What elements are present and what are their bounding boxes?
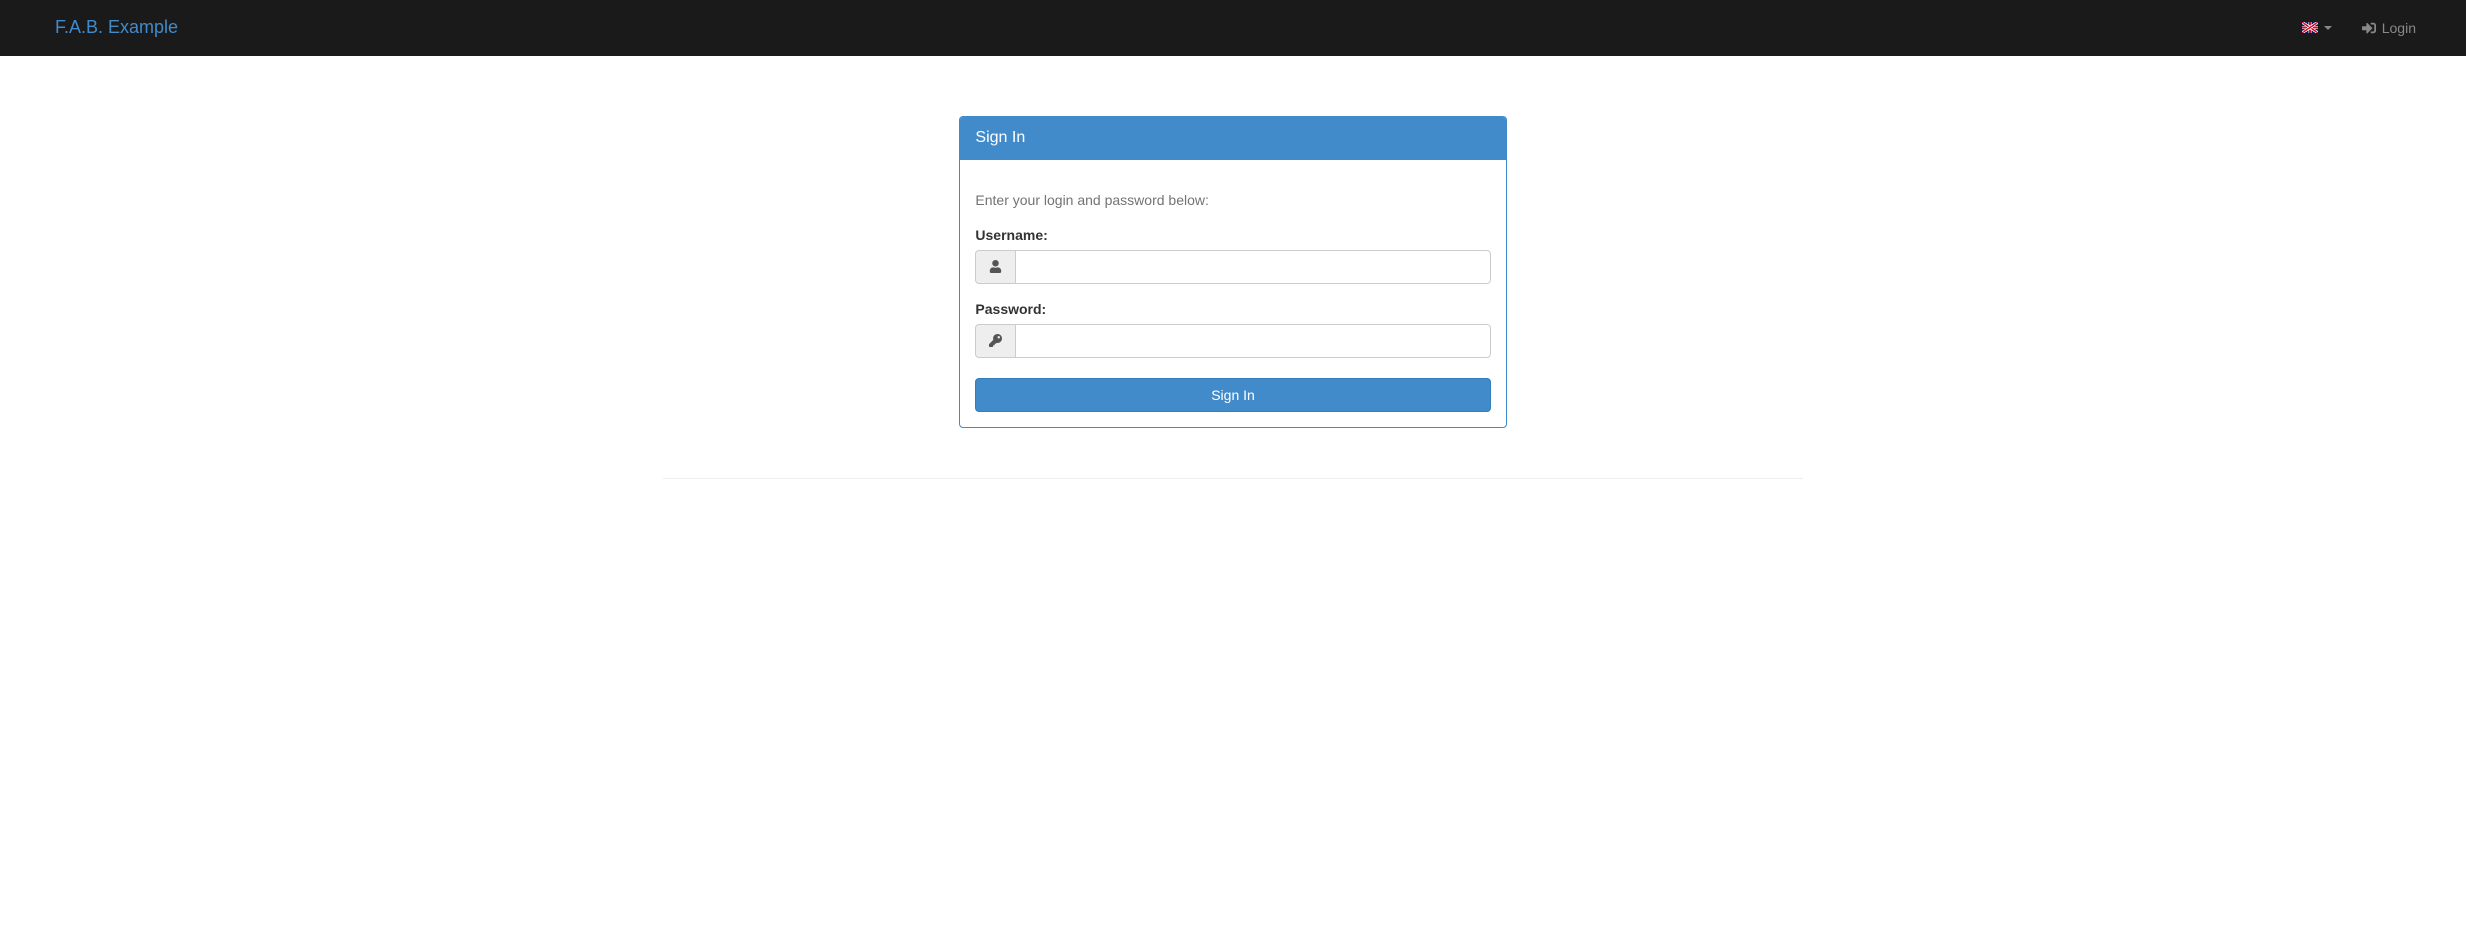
navbar-right: Login bbox=[2287, 3, 2451, 53]
language-dropdown[interactable] bbox=[2287, 7, 2347, 48]
username-group: Username: bbox=[975, 225, 1490, 284]
row: Sign In Enter your login and password be… bbox=[663, 116, 1803, 448]
login-label: Login bbox=[2382, 18, 2416, 38]
uk-flag-icon bbox=[2302, 22, 2318, 33]
login-column: Sign In Enter your login and password be… bbox=[959, 116, 1506, 448]
footer-divider bbox=[663, 478, 1803, 479]
password-input-group bbox=[975, 324, 1490, 358]
username-input[interactable] bbox=[1015, 250, 1490, 284]
username-input-group bbox=[975, 250, 1490, 284]
username-addon bbox=[975, 250, 1015, 284]
login-form: Username: Password: bbox=[975, 225, 1490, 412]
panel-body: Enter your login and password below: Use… bbox=[960, 160, 1505, 427]
password-label: Password: bbox=[975, 299, 1046, 319]
password-addon bbox=[975, 324, 1015, 358]
help-text: Enter your login and password below: bbox=[975, 190, 1490, 210]
main-container: Sign In Enter your login and password be… bbox=[648, 116, 1818, 479]
login-panel: Sign In Enter your login and password be… bbox=[959, 116, 1506, 428]
signin-icon bbox=[2362, 21, 2376, 35]
caret-down-icon bbox=[2324, 26, 2332, 30]
username-label: Username: bbox=[975, 225, 1047, 245]
panel-heading: Sign In bbox=[960, 117, 1505, 160]
navbar: F.A.B. Example Login bbox=[0, 0, 2466, 56]
key-icon bbox=[989, 334, 1002, 347]
login-link[interactable]: Login bbox=[2347, 3, 2431, 53]
signin-button[interactable]: Sign In bbox=[975, 378, 1490, 412]
user-icon bbox=[989, 260, 1002, 273]
password-input[interactable] bbox=[1015, 324, 1490, 358]
password-group: Password: bbox=[975, 299, 1490, 358]
brand-link[interactable]: F.A.B. Example bbox=[15, 0, 193, 56]
